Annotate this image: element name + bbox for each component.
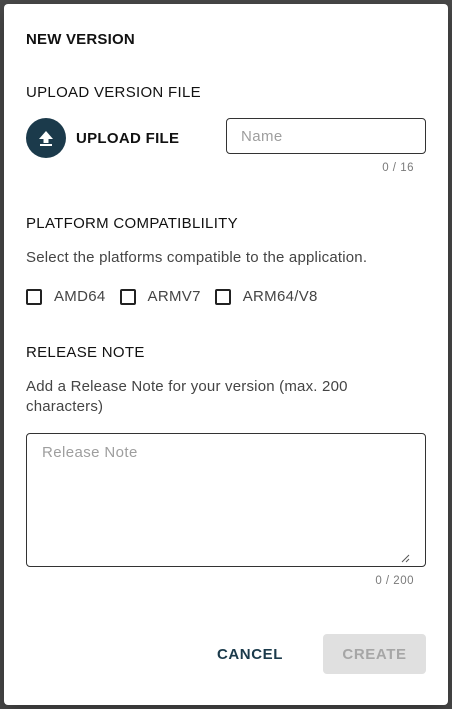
name-char-counter: 0 / 16	[382, 162, 414, 174]
upload-file-label: UPLOAD FILE	[76, 129, 180, 147]
platform-option-amd64[interactable]: AMD64	[26, 288, 106, 305]
cancel-button[interactable]: CANCEL	[200, 634, 300, 674]
amd64-checkbox[interactable]	[26, 288, 42, 305]
release-section-title: RELEASE NOTE	[26, 344, 145, 361]
release-note-textarea[interactable]	[26, 433, 426, 567]
release-description: Add a Release Note for your version (max…	[26, 378, 348, 415]
upload-file-button[interactable]: UPLOAD FILE	[26, 118, 179, 158]
platform-option-arm64v8[interactable]: ARM64/V8	[214, 288, 318, 305]
platform-option-armv7[interactable]: ARMV7	[119, 288, 201, 305]
upload-arrow-icon	[26, 118, 66, 158]
platform-description: Select the platforms compatible to the a…	[26, 249, 368, 266]
upload-section-title: UPLOAD VERSION FILE	[26, 84, 201, 101]
platform-label: ARMV7	[147, 288, 201, 305]
release-note-char-counter: 0 / 200	[375, 575, 414, 587]
arm64v8-checkbox[interactable]	[214, 288, 231, 305]
new-version-dialog: NEW VERSION UPLOAD VERSION FILE UPLOAD F…	[4, 4, 448, 705]
resize-handle-icon[interactable]	[400, 553, 410, 563]
create-button[interactable]: CREATE	[323, 634, 426, 674]
name-input[interactable]	[226, 118, 426, 154]
platform-label: ARM64/V8	[242, 288, 318, 305]
platform-checkbox-group: AMD64 ARMV7 ARM64/V8	[26, 288, 332, 305]
dialog-title: NEW VERSION	[26, 31, 135, 48]
platform-section-title: PLATFORM COMPATIBLILITY	[26, 215, 238, 232]
armv7-checkbox[interactable]	[119, 288, 136, 305]
platform-label: AMD64	[54, 288, 106, 305]
